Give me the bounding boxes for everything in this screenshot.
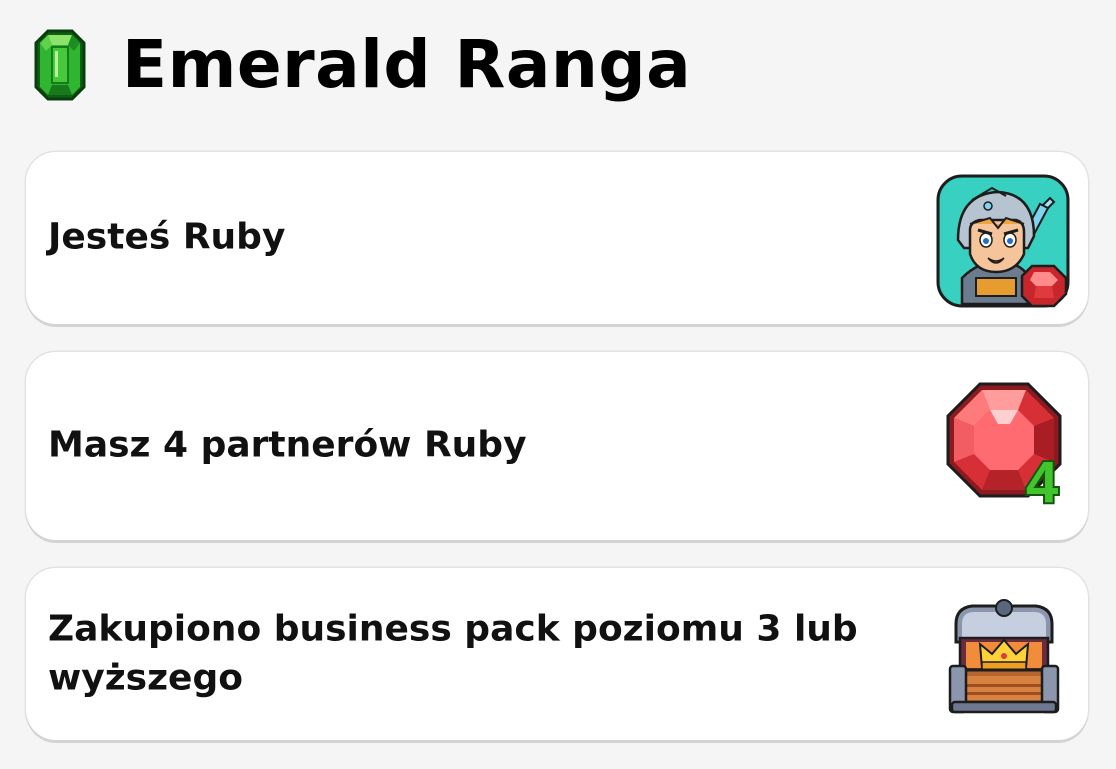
treasure-chest-icon [948,599,1060,714]
requirement-text: Zakupiono business pack poziomu 3 lub wy… [48,608,858,698]
requirement-card-ruby-rank: Jesteś Ruby [26,152,1088,324]
requirement-card-business-pack: Zakupiono business pack poziomu 3 lub wy… [26,568,1088,740]
requirement-text: Jesteś Ruby [48,216,286,258]
requirement-card-ruby-partners: Masz 4 partnerów Ruby 4 [26,352,1088,540]
emerald-gem-icon [34,29,86,101]
page-title: Emerald Ranga [122,26,692,103]
ruby-gem-4-icon: 4 [946,382,1062,512]
badge-count: 4 [1026,450,1058,512]
ruby-knight-avatar-icon [936,174,1070,308]
page-header: Emerald Ranga [34,28,691,102]
requirement-text: Masz 4 partnerów Ruby [48,424,527,466]
